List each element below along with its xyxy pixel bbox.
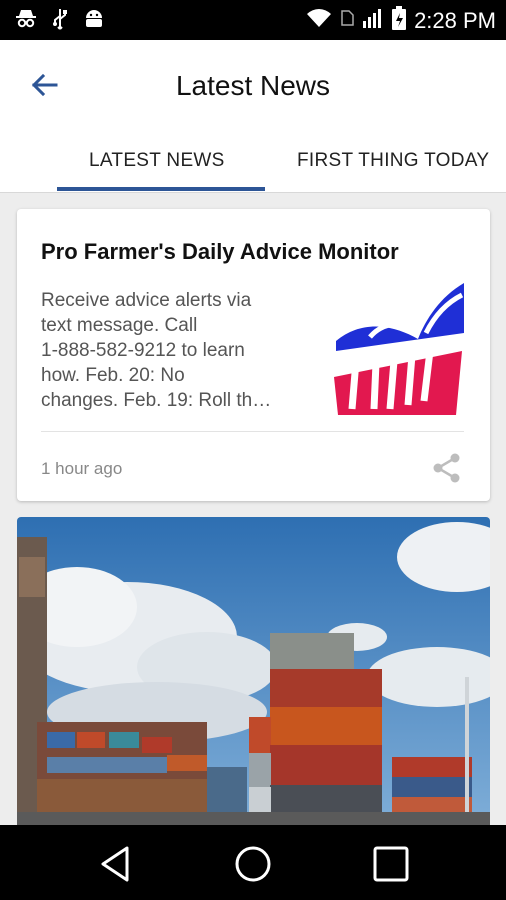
tab-indicator [57, 187, 265, 191]
tab-bar: LATEST NEWS FIRST THING TODAY [0, 132, 506, 193]
signal-icon [362, 7, 384, 34]
status-time: 2:28 PM [414, 7, 496, 33]
nav-recents-button[interactable] [369, 842, 413, 886]
article-card[interactable]: Pro Farmer's Daily Advice Monitor Receiv… [17, 209, 490, 501]
nav-back-button[interactable] [93, 842, 137, 886]
no-sim-icon [340, 10, 354, 31]
battery-icon [392, 6, 407, 35]
app-bar: Latest News [0, 40, 506, 132]
tab-first-thing-today[interactable]: FIRST THING TODAY [297, 150, 489, 172]
navigation-bar [0, 825, 506, 900]
notification-icons [16, 8, 104, 35]
wifi-icon [306, 7, 332, 34]
article-summary: Receive advice alerts via text message. … [41, 290, 272, 411]
android-icon [84, 8, 104, 35]
tab-latest-news[interactable]: LATEST NEWS [89, 150, 225, 172]
usb-icon [52, 8, 68, 35]
share-button[interactable] [430, 451, 464, 485]
share-icon [430, 453, 464, 489]
article-timestamp: 1 hour ago [41, 459, 123, 478]
shipping-containers-photo [17, 517, 490, 825]
circle-home-icon [231, 846, 275, 890]
system-status: 2:28 PM [306, 6, 496, 35]
incognito-icon [16, 8, 36, 35]
triangle-back-icon [93, 846, 137, 890]
status-bar: 2:28 PM [0, 0, 506, 40]
article-logo [330, 281, 466, 417]
page-title: Latest News [175, 70, 331, 101]
article-image-card[interactable] [17, 517, 490, 825]
article-title: Pro Farmer's Daily Advice Monitor [41, 239, 399, 264]
square-recents-icon [369, 846, 413, 890]
card-divider [41, 431, 464, 432]
nav-home-button[interactable] [231, 842, 275, 886]
